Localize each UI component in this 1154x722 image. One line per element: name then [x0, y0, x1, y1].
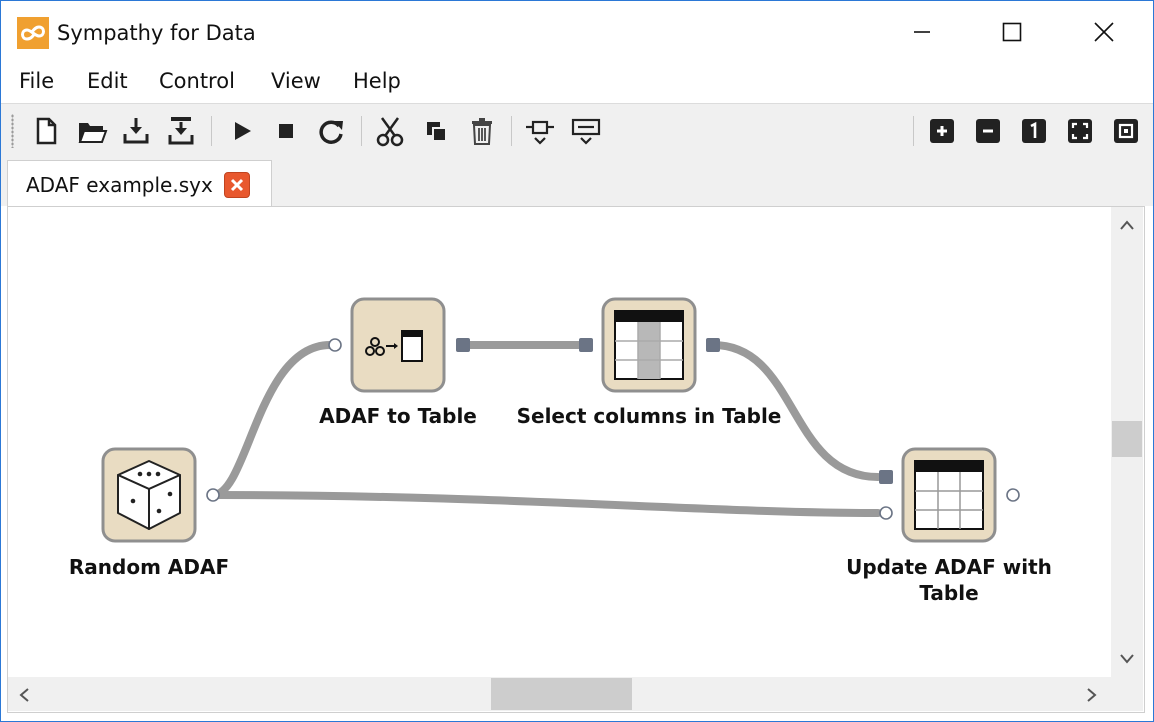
scroll-up-icon[interactable]	[1119, 219, 1135, 231]
scroll-down-icon[interactable]	[1119, 653, 1135, 665]
node-label-random-adaf: Random ADAF	[68, 555, 230, 579]
flow-canvas[interactable]: ADAF to Table Select columns in Table Ra…	[7, 206, 1145, 713]
input-port[interactable]	[879, 470, 893, 484]
toolbar-separator	[361, 116, 362, 146]
stop-button[interactable]	[269, 114, 303, 148]
scroll-corner	[1111, 677, 1143, 711]
zoom-out-button[interactable]	[971, 114, 1005, 148]
scroll-right-icon[interactable]	[1086, 687, 1098, 703]
node-label-adaf-to-table: ADAF to Table	[319, 404, 477, 428]
output-port[interactable]	[706, 338, 720, 352]
reload-icon	[319, 120, 343, 144]
toolbar-separator	[511, 116, 512, 146]
vertical-scroll-thumb[interactable]	[1112, 421, 1142, 457]
close-button[interactable]	[1081, 9, 1127, 55]
tab-label: ADAF example.syx	[26, 173, 213, 197]
toolbar-separator	[211, 116, 212, 146]
copy-icon	[427, 122, 447, 142]
zoom-reset-icon	[1022, 119, 1046, 143]
zoom-selection-button[interactable]	[1109, 114, 1143, 148]
open-folder-icon	[78, 123, 108, 143]
save-icon	[123, 118, 149, 144]
minimize-icon	[914, 31, 930, 33]
toolbar-grip[interactable]	[11, 114, 14, 148]
save-button[interactable]	[119, 114, 153, 148]
tab-close-icon[interactable]	[224, 172, 250, 198]
toolbar-separator	[913, 116, 914, 146]
save-as-button[interactable]	[164, 114, 198, 148]
horizontal-scroll-thumb[interactable]	[491, 678, 632, 710]
zoom-reset-button[interactable]	[1017, 114, 1051, 148]
menu-control[interactable]: Control	[159, 69, 235, 93]
toolbar	[1, 103, 1153, 159]
execute-button[interactable]	[225, 114, 259, 148]
input-port[interactable]	[579, 338, 593, 352]
node-select-columns[interactable]	[579, 297, 720, 393]
zoom-in-button[interactable]	[925, 114, 959, 148]
zoom-in-icon	[930, 119, 954, 143]
maximize-button[interactable]	[989, 9, 1035, 55]
maximize-icon	[1002, 22, 1022, 42]
table-icon	[914, 460, 984, 530]
reload-button[interactable]	[314, 114, 348, 148]
insert-subflow-button[interactable]	[523, 114, 557, 148]
output-port[interactable]	[456, 338, 470, 352]
horizontal-scrollbar[interactable]	[8, 677, 1111, 711]
node-label-select-columns: Select columns in Table	[516, 404, 782, 428]
menu-help[interactable]: Help	[353, 69, 401, 93]
output-port[interactable]	[206, 488, 220, 502]
vertical-scrollbar[interactable]	[1111, 207, 1143, 677]
menu-file[interactable]: File	[19, 69, 54, 93]
new-file-icon	[36, 117, 57, 145]
save-as-icon	[168, 117, 194, 145]
node-update-adaf[interactable]	[879, 447, 1020, 543]
flow-graph	[101, 297, 1020, 543]
select-columns-icon	[614, 310, 684, 380]
open-button[interactable]	[75, 114, 109, 148]
input-port[interactable]	[879, 506, 893, 520]
insert-subflow-icon	[526, 120, 554, 145]
minimize-button[interactable]	[899, 9, 945, 55]
new-button[interactable]	[29, 114, 63, 148]
tab-adaf-example[interactable]: ADAF example.syx	[7, 160, 272, 207]
node-label-update-adaf: Update ADAF with Table	[846, 555, 1052, 605]
input-port[interactable]	[328, 338, 342, 352]
dice-icon	[117, 460, 181, 530]
main-window: Sympathy for Data File Edit Control View…	[0, 0, 1154, 722]
tab-bar: ADAF example.syx	[1, 158, 1153, 207]
title-bar: Sympathy for Data	[1, 1, 1153, 63]
zoom-fit-icon	[1068, 119, 1092, 143]
menu-bar: File Edit Control View Help	[1, 63, 1153, 103]
close-icon	[1094, 22, 1114, 42]
node-random-adaf[interactable]	[101, 447, 220, 543]
toggle-messages-button[interactable]	[569, 114, 603, 148]
sympathy-logo-icon	[17, 17, 49, 49]
stop-icon	[279, 124, 293, 138]
toggle-messages-icon	[571, 118, 601, 145]
copy-button[interactable]	[419, 114, 453, 148]
zoom-selection-icon	[1114, 119, 1138, 143]
zoom-fit-button[interactable]	[1063, 114, 1097, 148]
delete-button[interactable]	[465, 114, 499, 148]
output-port[interactable]	[1006, 488, 1020, 502]
window-title: Sympathy for Data	[57, 21, 256, 45]
execute-icon	[235, 122, 251, 140]
cut-button[interactable]	[373, 114, 407, 148]
menu-view[interactable]: View	[271, 69, 321, 93]
scroll-left-icon[interactable]	[18, 687, 30, 703]
cut-icon	[376, 117, 404, 147]
delete-icon	[472, 118, 492, 145]
menu-edit[interactable]: Edit	[87, 69, 128, 93]
connection-random-to-update[interactable]	[209, 491, 882, 517]
zoom-out-icon	[976, 119, 1000, 143]
node-adaf-to-table[interactable]	[328, 297, 470, 393]
